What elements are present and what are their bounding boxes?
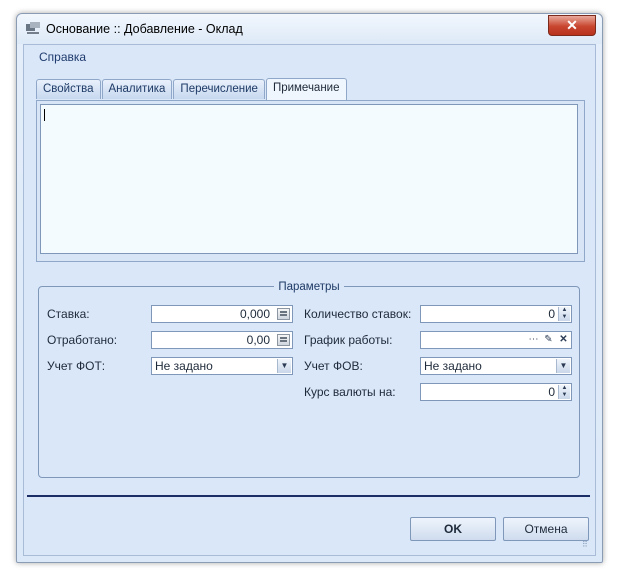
cancel-button[interactable]: Отмена bbox=[503, 517, 589, 541]
tab-strip: Свойства Аналитика Перечисление Примечан… bbox=[36, 78, 348, 100]
ellipsis-icon[interactable]: ⋯ bbox=[527, 333, 540, 347]
spin-arrows-icon[interactable]: ▲ ▼ bbox=[558, 385, 570, 399]
ok-button[interactable]: OK bbox=[410, 517, 496, 541]
rate-label: Ставка: bbox=[47, 307, 90, 321]
fov-select[interactable]: Не задано ▼ bbox=[420, 357, 572, 375]
clear-icon[interactable]: ✕ bbox=[557, 333, 570, 347]
fot-value: Не задано bbox=[155, 359, 213, 373]
chevron-down-icon[interactable]: ▼ bbox=[556, 359, 570, 373]
title-bar[interactable]: Основание :: Добавление - Оклад ✕ bbox=[17, 14, 602, 44]
tab-panel-note bbox=[36, 100, 585, 262]
tab-transfer[interactable]: Перечисление bbox=[173, 79, 265, 99]
tab-properties[interactable]: Свойства bbox=[36, 79, 101, 99]
currency-rate-value: 0 bbox=[548, 385, 555, 399]
currency-rate-spinner[interactable]: 0 ▲ ▼ bbox=[420, 383, 572, 401]
edit-icon[interactable]: ✎ bbox=[542, 333, 555, 347]
params-group: Параметры Ставка: 0,000 Отработано: 0,00… bbox=[38, 281, 580, 478]
fov-value: Не задано bbox=[424, 359, 482, 373]
currency-rate-label: Курс валюты на: bbox=[304, 385, 396, 399]
window-title: Основание :: Добавление - Оклад bbox=[46, 22, 243, 36]
worked-field[interactable]: 0,00 bbox=[151, 331, 293, 349]
menu-help[interactable]: Справка bbox=[39, 50, 86, 64]
worked-label: Отработано: bbox=[47, 333, 118, 347]
tab-analytics[interactable]: Аналитика bbox=[101, 79, 173, 99]
fot-label: Учет ФОТ: bbox=[47, 359, 106, 373]
fov-label: Учет ФОВ: bbox=[304, 359, 363, 373]
dialog-body: Справка Свойства Аналитика Перечисление … bbox=[23, 44, 596, 556]
text-caret bbox=[44, 109, 45, 121]
fot-select[interactable]: Не задано ▼ bbox=[151, 357, 293, 375]
chevron-down-icon[interactable]: ▼ bbox=[277, 359, 291, 373]
tab-note[interactable]: Примечание bbox=[265, 78, 347, 100]
schedule-field[interactable]: ⋯ ✎ ✕ bbox=[420, 331, 572, 349]
schedule-label: График работы: bbox=[304, 333, 393, 347]
rate-count-spinner[interactable]: 0 ▲ ▼ bbox=[420, 305, 572, 323]
footer-divider bbox=[27, 495, 590, 497]
rate-field[interactable]: 0,000 bbox=[151, 305, 293, 323]
rate-count-value: 0 bbox=[548, 307, 555, 321]
resize-grip-icon[interactable]: ⠿ bbox=[582, 541, 592, 552]
close-button[interactable]: ✕ bbox=[548, 15, 596, 36]
app-icon bbox=[26, 22, 40, 34]
params-group-title: Параметры bbox=[274, 281, 344, 293]
rate-count-label: Количество ставок: bbox=[304, 307, 412, 321]
calculator-icon[interactable] bbox=[277, 334, 290, 346]
rate-value: 0,000 bbox=[239, 307, 270, 321]
calculator-icon[interactable] bbox=[277, 308, 290, 320]
note-textarea[interactable] bbox=[40, 104, 578, 254]
worked-value: 0,00 bbox=[246, 333, 270, 347]
dialog-window: Основание :: Добавление - Оклад ✕ Справк… bbox=[16, 13, 603, 563]
spin-arrows-icon[interactable]: ▲ ▼ bbox=[558, 307, 570, 321]
